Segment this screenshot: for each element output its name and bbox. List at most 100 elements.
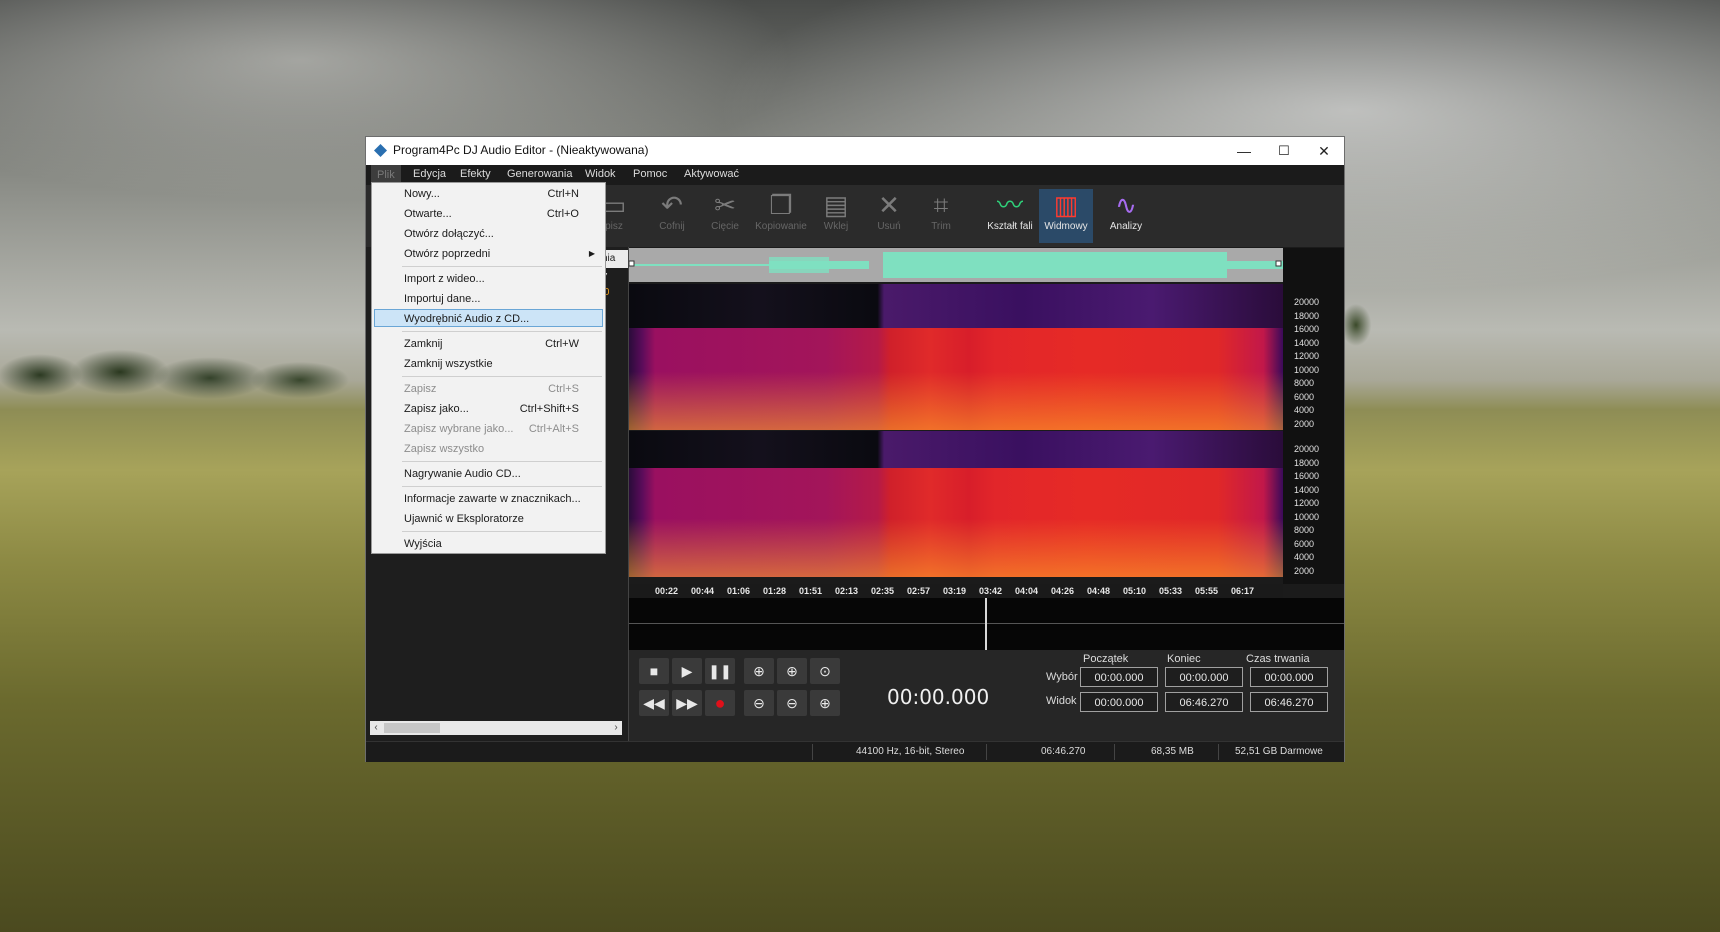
menu-edycja[interactable]: Edycja [413, 168, 446, 180]
zoom-vertical-out-icon: ⊖ [786, 695, 798, 711]
status-format: 44100 Hz, 16-bit, Stereo [856, 746, 965, 757]
timeline-tick: 05:33 [1159, 586, 1183, 596]
zoom-full-icon: ⊙ [819, 663, 831, 679]
record-button[interactable]: ● [705, 690, 735, 716]
view-end-field[interactable]: 06:46.270 [1165, 692, 1243, 712]
frequency-axis-right: 20000 18000 16000 14000 12000 10000 8000 6000 40… [1294, 444, 1320, 576]
timeline-tick: 06:17 [1231, 586, 1255, 596]
horizontal-scrollbar[interactable]: ‹ › [370, 721, 622, 735]
menu-efekty[interactable]: Efekty [460, 168, 491, 180]
play-button[interactable]: ▶ [672, 658, 702, 684]
pause-icon: ❚❚ [708, 663, 732, 679]
menu-item-import-video[interactable]: Import z wideo... [374, 270, 603, 288]
zoom-in-icon: ⊕ [753, 663, 765, 679]
fast-forward-icon: ▶▶ [676, 695, 698, 711]
submenu-arrow-icon: ▶ [588, 249, 595, 258]
spectral-view-button[interactable]: ▥ Widmowy [1039, 189, 1093, 243]
zoom-in-button[interactable]: ⊕ [744, 658, 774, 684]
menu-item-import-data[interactable]: Importuj dane... [374, 290, 603, 308]
record-icon: ● [714, 693, 726, 713]
scroll-overview-area[interactable] [629, 598, 1344, 650]
menu-item-open-append[interactable]: Otwórz dołączyć... [374, 225, 603, 243]
paste-icon: ▤ [823, 190, 849, 220]
menu-item-extract-cd[interactable]: Wyodrębnić Audio z CD... [374, 309, 603, 327]
undo-icon: ↶ [661, 190, 683, 220]
row-label-view: Widok [1046, 695, 1077, 707]
timeline-tick: 02:35 [871, 586, 895, 596]
menu-item-close-all[interactable]: Zamknij wszystkie [374, 355, 603, 373]
zoom-selection-icon: ⊕ [819, 695, 831, 711]
analysis-icon: ∿ [1115, 190, 1137, 220]
menu-item-open[interactable]: Otwarte... Ctrl+O [374, 205, 603, 223]
trim-button[interactable]: ⌗ Trim [915, 189, 967, 243]
zoom-out-button[interactable]: ⊖ [744, 690, 774, 716]
timeline-tick: 00:22 [655, 586, 679, 596]
selection-duration-field[interactable]: 00:00.000 [1250, 667, 1328, 687]
cut-button[interactable]: ✂ Cięcie [699, 189, 751, 243]
spectrogram-channel-right[interactable] [629, 431, 1283, 577]
pause-button[interactable]: ❚❚ [705, 658, 735, 684]
timeline-tick: 05:55 [1195, 586, 1219, 596]
menu-item-burn-cd[interactable]: Nagrywanie Audio CD... [374, 465, 603, 483]
selection-start-field[interactable]: 00:00.000 [1080, 667, 1158, 687]
menu-generowania[interactable]: Generowania [507, 168, 572, 180]
menu-item-save-all[interactable]: Zapisz wszystko [374, 440, 603, 458]
view-start-field[interactable]: 00:00.000 [1080, 692, 1158, 712]
scroll-left-icon[interactable]: ‹ [370, 721, 382, 735]
undo-button[interactable]: ↶ Cofnij [646, 189, 698, 243]
status-free-space: 52,51 GB Darmowe [1235, 746, 1323, 757]
minimize-button[interactable]: — [1224, 137, 1264, 165]
zoom-full-button[interactable]: ⊙ [810, 658, 840, 684]
menu-aktywowac[interactable]: Aktywować [684, 168, 739, 180]
timeline-tick: 01:28 [763, 586, 787, 596]
scrollbar-thumb[interactable] [384, 723, 440, 733]
spectrum-icon: ▥ [1053, 190, 1079, 220]
playback-cursor[interactable] [985, 598, 987, 650]
status-size: 68,35 MB [1151, 746, 1194, 757]
timeline-tick: 04:26 [1051, 586, 1075, 596]
timeline-tick: 05:10 [1123, 586, 1147, 596]
window-title: Program4Pc DJ Audio Editor - (Nieaktywow… [393, 143, 649, 157]
header-start: Początek [1083, 653, 1129, 665]
scroll-right-icon[interactable]: › [610, 721, 622, 735]
copy-button[interactable]: ❐ Kopiowanie [752, 189, 810, 243]
zoom-selection-button[interactable]: ⊕ [810, 690, 840, 716]
stop-button[interactable]: ■ [639, 658, 669, 684]
delete-button[interactable]: ✕ Usuń [863, 189, 915, 243]
status-bar: 44100 Hz, 16-bit, Stereo 06:46.270 68,35… [366, 741, 1344, 762]
selection-end-field[interactable]: 00:00.000 [1165, 667, 1243, 687]
zoom-vertical-in-icon: ⊕ [786, 663, 798, 679]
menu-pomoc[interactable]: Pomoc [633, 168, 667, 180]
app-icon [374, 144, 387, 157]
fast-forward-button[interactable]: ▶▶ [672, 690, 702, 716]
menu-item-reveal-explorer[interactable]: Ujawnić w Eksploratorze [374, 510, 603, 528]
close-button[interactable]: ✕ [1304, 137, 1344, 165]
crop-icon: ⌗ [933, 190, 949, 220]
rewind-button[interactable]: ◀◀ [639, 690, 669, 716]
zoom-out-vertical-button[interactable]: ⊖ [777, 690, 807, 716]
copy-icon: ❐ [769, 190, 793, 220]
view-duration-field[interactable]: 06:46.270 [1250, 692, 1328, 712]
analysis-button[interactable]: ∿ Analizy [1100, 189, 1152, 243]
timeline-tick: 04:48 [1087, 586, 1111, 596]
menu-item-exit[interactable]: Wyjścia [374, 535, 603, 553]
menu-item-tag-info[interactable]: Informacje zawarte w znacznikach... [374, 490, 603, 508]
menu-item-close[interactable]: Zamknij Ctrl+W [374, 335, 603, 353]
menu-item-open-recent[interactable]: Otwórz poprzedni ▶ [374, 245, 603, 263]
menu-item-save-as[interactable]: Zapisz jako... Ctrl+Shift+S [374, 400, 603, 418]
timeline-tick: 02:57 [907, 586, 931, 596]
timeline-ruler[interactable]: 00:22 00:44 01:06 01:28 01:51 02:13 02:3… [629, 584, 1283, 598]
menu-item-save-selection[interactable]: Zapisz wybrane jako... Ctrl+Alt+S [374, 420, 603, 438]
maximize-button[interactable]: ☐ [1264, 137, 1304, 165]
zoom-in-vertical-button[interactable]: ⊕ [777, 658, 807, 684]
menu-item-new[interactable]: Nowy... Ctrl+N [374, 185, 603, 203]
paste-button[interactable]: ▤ Wklej [810, 189, 862, 243]
frequency-axis-left: 20000 18000 16000 14000 12000 10000 8000 6000 40… [1294, 297, 1320, 429]
waveform-overview[interactable] [629, 248, 1283, 282]
zoom-out-icon: ⊖ [753, 695, 765, 711]
waveform-shape [629, 252, 1283, 278]
waveform-view-button[interactable]: 〰 Kształt fali [983, 189, 1037, 243]
menu-item-save[interactable]: Zapisz Ctrl+S [374, 380, 603, 398]
menu-widok[interactable]: Widok [585, 168, 616, 180]
spectrogram-channel-left[interactable] [629, 284, 1283, 430]
